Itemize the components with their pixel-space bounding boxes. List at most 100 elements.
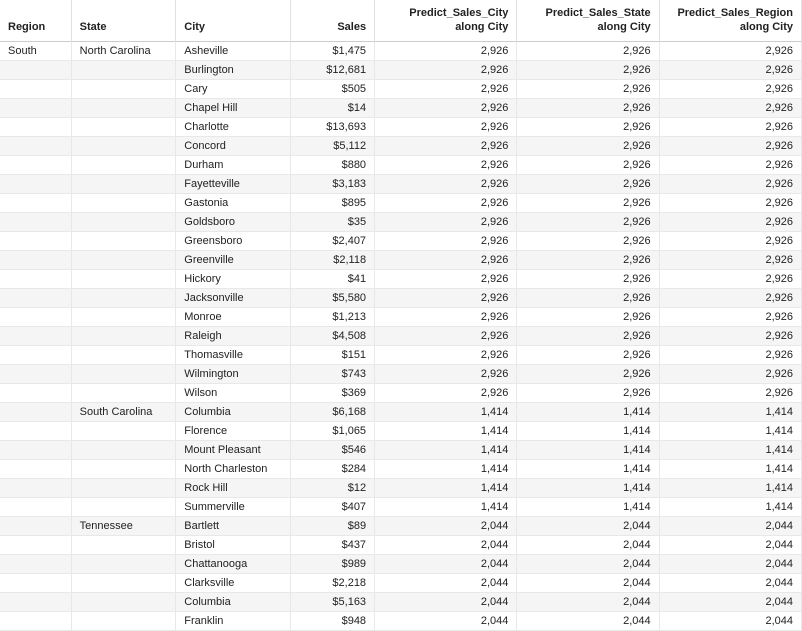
cell-state — [71, 611, 176, 630]
cell-predict1: 1,414 — [375, 402, 517, 421]
cell-state — [71, 421, 176, 440]
cell-sales: $41 — [291, 269, 375, 288]
cell-region — [0, 611, 71, 630]
table-row: Chattanooga$9892,0442,0442,044 — [0, 554, 802, 573]
cell-city: Cary — [176, 79, 291, 98]
cell-predict1: 2,926 — [375, 136, 517, 155]
cell-sales: $948 — [291, 611, 375, 630]
cell-state — [71, 592, 176, 611]
cell-predict2: 2,926 — [517, 307, 659, 326]
header-region: Region — [0, 0, 71, 41]
cell-city: Concord — [176, 136, 291, 155]
cell-city: Florence — [176, 421, 291, 440]
table-row: Durham$8802,9262,9262,926 — [0, 155, 802, 174]
cell-city: Wilmington — [176, 364, 291, 383]
cell-state — [71, 459, 176, 478]
cell-predict1: 2,926 — [375, 155, 517, 174]
cell-region — [0, 516, 71, 535]
cell-sales: $1,213 — [291, 307, 375, 326]
cell-sales: $14 — [291, 98, 375, 117]
cell-predict3: 1,414 — [659, 459, 801, 478]
table-row: Wilson$3692,9262,9262,926 — [0, 383, 802, 402]
table-row: Raleigh$4,5082,9262,9262,926 — [0, 326, 802, 345]
cell-sales: $5,580 — [291, 288, 375, 307]
cell-region — [0, 459, 71, 478]
cell-predict2: 2,926 — [517, 41, 659, 60]
cell-predict1: 1,414 — [375, 421, 517, 440]
cell-predict1: 2,926 — [375, 174, 517, 193]
cell-predict1: 2,044 — [375, 535, 517, 554]
cell-predict3: 2,926 — [659, 231, 801, 250]
cell-city: Fayetteville — [176, 174, 291, 193]
cell-region: South — [0, 41, 71, 60]
table-row: Cary$5052,9262,9262,926 — [0, 79, 802, 98]
cell-city: Bartlett — [176, 516, 291, 535]
cell-region — [0, 440, 71, 459]
cell-predict2: 1,414 — [517, 421, 659, 440]
cell-city: Burlington — [176, 60, 291, 79]
header-sales: Sales — [291, 0, 375, 41]
cell-predict1: 1,414 — [375, 478, 517, 497]
cell-predict3: 1,414 — [659, 497, 801, 516]
cell-state — [71, 307, 176, 326]
cell-state — [71, 79, 176, 98]
cell-sales: $2,407 — [291, 231, 375, 250]
cell-state — [71, 497, 176, 516]
cell-predict3: 2,926 — [659, 98, 801, 117]
cell-predict3: 2,044 — [659, 592, 801, 611]
cell-predict3: 2,926 — [659, 174, 801, 193]
cell-sales: $2,218 — [291, 573, 375, 592]
cell-predict2: 2,926 — [517, 288, 659, 307]
cell-sales: $284 — [291, 459, 375, 478]
cell-predict3: 2,044 — [659, 516, 801, 535]
cell-city: Thomasville — [176, 345, 291, 364]
cell-predict3: 2,926 — [659, 136, 801, 155]
table-row: Charlotte$13,6932,9262,9262,926 — [0, 117, 802, 136]
cell-city: Columbia — [176, 592, 291, 611]
cell-city: Greensboro — [176, 231, 291, 250]
cell-sales: $546 — [291, 440, 375, 459]
cell-predict2: 2,926 — [517, 345, 659, 364]
cell-predict1: 2,044 — [375, 611, 517, 630]
header-predict1: Predict_Sales_City along City — [375, 0, 517, 41]
cell-predict2: 1,414 — [517, 459, 659, 478]
cell-region — [0, 79, 71, 98]
cell-city: Monroe — [176, 307, 291, 326]
cell-predict2: 2,926 — [517, 155, 659, 174]
cell-predict3: 2,926 — [659, 345, 801, 364]
cell-region — [0, 383, 71, 402]
cell-predict1: 2,926 — [375, 79, 517, 98]
cell-region — [0, 174, 71, 193]
cell-state: North Carolina — [71, 41, 176, 60]
cell-predict1: 1,414 — [375, 440, 517, 459]
table-row: Jacksonville$5,5802,9262,9262,926 — [0, 288, 802, 307]
table-row: South CarolinaColumbia$6,1681,4141,4141,… — [0, 402, 802, 421]
cell-predict3: 2,044 — [659, 535, 801, 554]
cell-predict1: 2,926 — [375, 345, 517, 364]
cell-sales: $437 — [291, 535, 375, 554]
cell-state — [71, 231, 176, 250]
cell-predict1: 2,926 — [375, 231, 517, 250]
cell-state — [71, 136, 176, 155]
cell-sales: $895 — [291, 193, 375, 212]
cell-sales: $151 — [291, 345, 375, 364]
cell-region — [0, 535, 71, 554]
cell-state: Tennessee — [71, 516, 176, 535]
cell-predict3: 2,044 — [659, 611, 801, 630]
cell-state — [71, 478, 176, 497]
table-row: Fayetteville$3,1832,9262,9262,926 — [0, 174, 802, 193]
cell-predict2: 2,926 — [517, 364, 659, 383]
cell-predict2: 2,044 — [517, 573, 659, 592]
cell-sales: $505 — [291, 79, 375, 98]
cell-predict1: 2,926 — [375, 41, 517, 60]
table-row: Greensboro$2,4072,9262,9262,926 — [0, 231, 802, 250]
cell-region — [0, 98, 71, 117]
cell-region — [0, 193, 71, 212]
cell-predict2: 2,926 — [517, 383, 659, 402]
cell-predict3: 2,926 — [659, 383, 801, 402]
cell-predict2: 1,414 — [517, 478, 659, 497]
cell-sales: $3,183 — [291, 174, 375, 193]
table-row: Mount Pleasant$5461,4141,4141,414 — [0, 440, 802, 459]
header-city: City — [176, 0, 291, 41]
cell-predict1: 2,926 — [375, 383, 517, 402]
